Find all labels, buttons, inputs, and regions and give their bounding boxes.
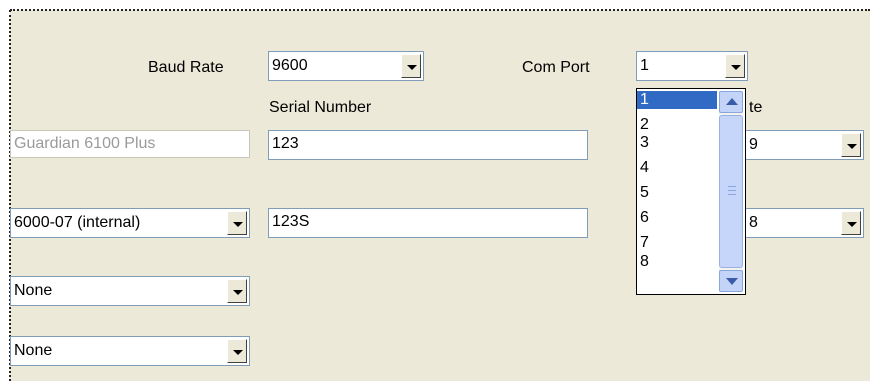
chevron-down-icon[interactable] bbox=[841, 133, 861, 157]
chevron-down-icon[interactable] bbox=[227, 279, 247, 303]
com-port-option-6[interactable]: 6 bbox=[637, 209, 717, 227]
com-port-dropdown-list[interactable]: 1 2 3 4 5 6 7 8 bbox=[636, 88, 746, 295]
device-name-field: Guardian 6100 Plus bbox=[10, 130, 250, 158]
row1-right-value: 9 bbox=[749, 136, 758, 153]
row1-right-select[interactable]: 9 bbox=[742, 130, 864, 160]
serial-number-input-2[interactable]: 123S bbox=[268, 208, 588, 238]
com-port-option-1[interactable]: 1 bbox=[637, 91, 717, 109]
chevron-down-icon[interactable] bbox=[227, 339, 247, 363]
hidden-header-fragment: te bbox=[749, 99, 763, 116]
row4-select[interactable]: None bbox=[10, 336, 250, 366]
scroll-down-icon[interactable] bbox=[719, 270, 743, 292]
row3-select[interactable]: None bbox=[10, 276, 250, 306]
row3-value: None bbox=[14, 282, 53, 299]
com-port-option-7[interactable]: 7 bbox=[637, 234, 717, 252]
scrollbar-thumb[interactable] bbox=[719, 115, 743, 268]
dropdown-scrollbar[interactable] bbox=[719, 91, 743, 292]
baud-rate-label: Baud Rate bbox=[148, 59, 224, 76]
focus-border-left bbox=[9, 10, 11, 381]
com-port-option-2[interactable]: 2 bbox=[637, 116, 717, 134]
serial-number-input-1[interactable]: 123 bbox=[268, 130, 588, 160]
com-port-select[interactable]: 1 bbox=[636, 51, 748, 81]
chevron-down-icon[interactable] bbox=[841, 211, 861, 235]
com-port-option-4[interactable]: 4 bbox=[637, 159, 717, 177]
scroll-up-icon[interactable] bbox=[719, 91, 743, 113]
dialog-area: Baud Rate 9600 Com Port 1 Serial Number … bbox=[0, 0, 870, 381]
chevron-down-icon[interactable] bbox=[401, 54, 421, 78]
row2-right-select[interactable]: 8 bbox=[742, 208, 864, 238]
com-port-option-5[interactable]: 5 bbox=[637, 184, 717, 202]
row2-right-value: 8 bbox=[749, 214, 758, 231]
row4-value: None bbox=[14, 342, 53, 359]
chevron-down-icon[interactable] bbox=[227, 211, 247, 235]
baud-rate-select[interactable]: 9600 bbox=[268, 51, 424, 81]
com-port-option-3[interactable]: 3 bbox=[637, 134, 717, 152]
sensor-type-value: 6000-07 (internal) bbox=[14, 214, 141, 231]
focus-border-top bbox=[10, 9, 870, 11]
serial-number-header: Serial Number bbox=[269, 99, 372, 116]
com-port-label: Com Port bbox=[522, 59, 590, 76]
com-port-value: 1 bbox=[640, 57, 649, 74]
baud-rate-value: 9600 bbox=[272, 57, 308, 74]
sensor-type-select[interactable]: 6000-07 (internal) bbox=[10, 208, 250, 238]
chevron-down-icon[interactable] bbox=[725, 54, 745, 78]
com-port-option-8[interactable]: 8 bbox=[637, 253, 717, 271]
